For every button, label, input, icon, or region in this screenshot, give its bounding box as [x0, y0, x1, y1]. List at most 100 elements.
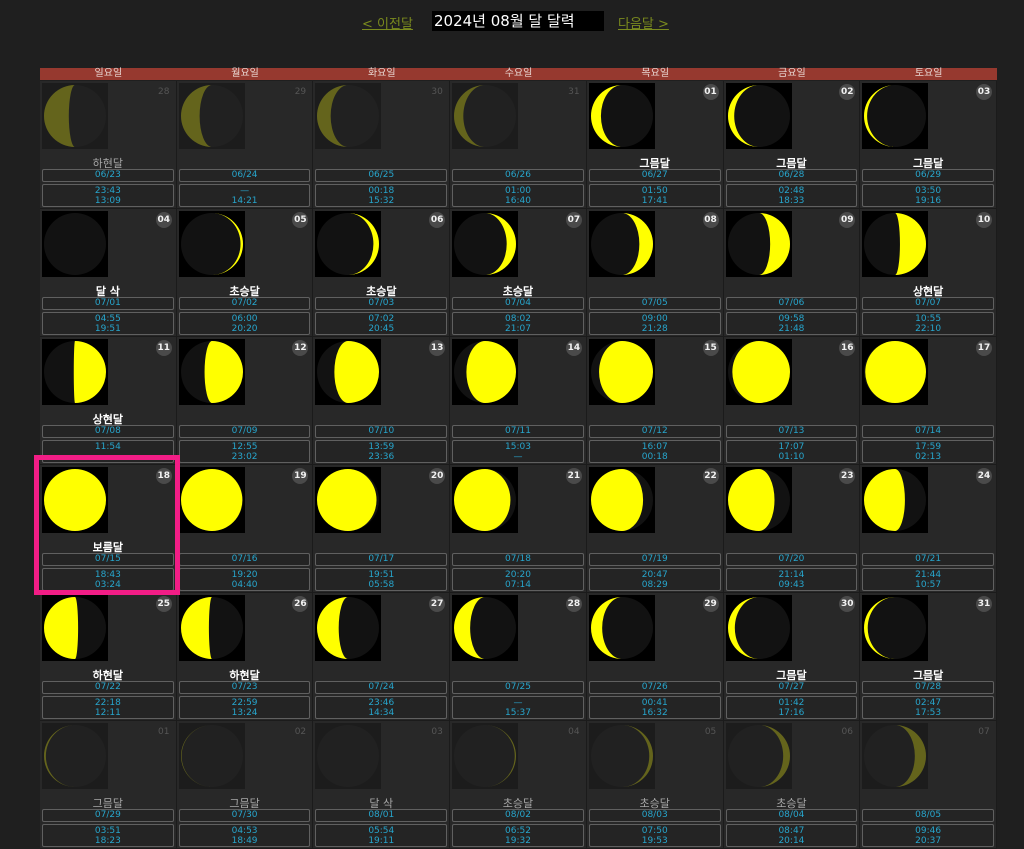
day-cell[interactable]: 02 그믐달 06/28 02:48 18:33 — [723, 81, 861, 209]
moon-phase-image — [862, 467, 929, 533]
day-cell[interactable]: 01 그믐달 06/27 01:50 17:41 — [586, 81, 724, 209]
moonset-time: 17:16 — [778, 708, 805, 718]
moon-lit-area — [865, 341, 927, 403]
day-cell[interactable]: 17 07/14 17:59 02:13 — [860, 337, 997, 465]
moon-lit-area — [590, 469, 643, 531]
day-number-badge: 29 — [294, 87, 307, 97]
day-cell[interactable]: 30 그믐달 07/27 01:42 17:16 — [723, 593, 861, 721]
moon-phase-icon — [727, 213, 790, 275]
moon-phase-icon — [317, 341, 380, 403]
moon-phase-icon — [317, 725, 380, 787]
moon-phase-icon — [454, 213, 517, 275]
day-number-badge: 07 — [978, 727, 990, 737]
day-cell[interactable]: 22 07/19 20:47 08:29 — [586, 465, 724, 593]
day-cell[interactable]: 05 초승달 08/03 07:50 19:53 — [586, 721, 724, 849]
day-cell[interactable]: 13 07/10 13:59 23:36 — [313, 337, 451, 465]
moon-phase-image — [862, 83, 929, 149]
day-number-badge: 06 — [841, 727, 853, 737]
day-number-badge: 31 — [975, 596, 992, 612]
moon-phase-icon — [864, 469, 927, 531]
day-cell[interactable]: 25 하현달 07/22 22:18 12:11 — [40, 593, 177, 721]
day-cell[interactable]: 04 초승달 08/02 06:52 19:32 — [450, 721, 587, 849]
day-number-badge: 17 — [975, 340, 992, 356]
day-cell[interactable]: 09 07/06 09:58 21:48 — [723, 209, 861, 337]
day-cell[interactable]: 26 하현달 07/23 22:59 13:24 — [176, 593, 314, 721]
day-cell[interactable]: 11 상현달 07/08 11:54 — [40, 337, 177, 465]
day-cell[interactable]: 03 그믐달 06/29 03:50 19:16 — [860, 81, 997, 209]
day-number-badge: 31 — [568, 87, 580, 97]
day-cell[interactable]: 20 07/17 19:51 05:58 — [313, 465, 451, 593]
moonrise-time: 02:47 — [915, 698, 942, 708]
moon-phase-icon — [180, 85, 243, 147]
day-number-badge: 05 — [704, 727, 717, 737]
day-cell[interactable]: 28 07/25 —15:37 — [450, 593, 587, 721]
day-cell[interactable]: 08 07/05 09:00 21:28 — [586, 209, 724, 337]
day-cell[interactable]: 31 06/26 01:00 16:40 — [450, 81, 587, 209]
moonset-time: 01:10 — [778, 452, 805, 462]
moon-phase-image — [42, 467, 108, 533]
day-cell[interactable]: 29 07/26 00:41 16:32 — [586, 593, 724, 721]
lunar-date: 07/28 — [862, 681, 994, 694]
moon-times: 01:50 17:41 — [588, 184, 721, 207]
day-cell[interactable]: 10 상현달 07/07 10:55 22:10 — [860, 209, 997, 337]
moonrise-time: — — [513, 698, 523, 708]
day-cell[interactable]: 28 하현달 06/23 23:43 13:09 — [40, 81, 177, 209]
prev-month-link[interactable]: < 이전달 — [362, 13, 413, 32]
next-month-link[interactable]: 다음달 > — [618, 13, 669, 32]
day-cell[interactable]: 30 06/25 00:18 15:32 — [313, 81, 451, 209]
lunar-date: 07/18 — [452, 553, 584, 566]
lunar-date: 08/01 — [315, 809, 448, 822]
moonset-time: 18:33 — [778, 196, 805, 206]
day-cell[interactable]: 02 그믐달 07/30 04:53 18:49 — [176, 721, 314, 849]
lunar-date: 06/26 — [452, 169, 584, 182]
moon-phase-image — [315, 211, 382, 277]
moon-times: 23:43 13:09 — [42, 184, 174, 207]
moon-phase-image — [588, 723, 655, 789]
moon-lit-area — [44, 597, 79, 659]
moon-phase-icon — [317, 597, 380, 659]
day-cell[interactable]: 18 보름달 07/15 18:43 03:24 — [40, 465, 177, 593]
day-cell[interactable]: 12 07/09 12:55 23:02 — [176, 337, 314, 465]
day-cell[interactable]: 31 그믐달 07/28 02:47 17:53 — [860, 593, 997, 721]
moonrise-time: 11:54 — [94, 442, 121, 452]
moon-lit-area — [44, 469, 106, 531]
day-cell[interactable]: 05 초승달 07/02 06:00 20:20 — [176, 209, 314, 337]
day-cell[interactable]: 04 달 삭 07/01 04:55 19:51 — [40, 209, 177, 337]
day-cell[interactable]: 16 07/13 17:07 01:10 — [723, 337, 861, 465]
moonset-time: 00:18 — [641, 452, 668, 462]
day-number-badge: 30 — [839, 596, 856, 612]
moonset-time: 14:21 — [231, 196, 258, 206]
day-number-badge: 03 — [975, 84, 992, 100]
day-cell[interactable]: 23 07/20 21:14 09:43 — [723, 465, 861, 593]
moon-times: 05:54 19:11 — [315, 824, 448, 847]
moon-lit-area — [598, 341, 653, 403]
lunar-date: 06/29 — [862, 169, 994, 182]
moon-times: 00:41 16:32 — [588, 696, 721, 719]
day-cell[interactable]: 29 06/24 —14:21 — [176, 81, 314, 209]
moon-phase-image — [42, 595, 108, 661]
moonrise-time: 13:59 — [368, 442, 395, 452]
day-cell[interactable]: 07 08/05 09:46 20:37 — [860, 721, 997, 849]
day-cell[interactable]: 06 초승달 07/03 07:02 20:45 — [313, 209, 451, 337]
day-cell[interactable]: 01 그믐달 07/29 03:51 18:23 — [40, 721, 177, 849]
moon-phase-image — [178, 211, 245, 277]
day-cell[interactable]: 06 초승달 08/04 08:47 20:14 — [723, 721, 861, 849]
moonrise-time: 09:58 — [778, 314, 805, 324]
moonrise-time: 17:07 — [778, 442, 805, 452]
day-cell[interactable]: 14 07/11 15:03— — [450, 337, 587, 465]
lunar-date: 07/09 — [178, 425, 311, 438]
moon-times: 02:47 17:53 — [862, 696, 994, 719]
moon-times: 09:00 21:28 — [588, 312, 721, 335]
day-cell[interactable]: 19 07/16 19:20 04:40 — [176, 465, 314, 593]
moon-times: 07:50 19:53 — [588, 824, 721, 847]
moon-phase-image — [862, 339, 929, 405]
day-cell[interactable]: 24 07/21 21:44 10:57 — [860, 465, 997, 593]
day-cell[interactable]: 21 07/18 20:20 07:14 — [450, 465, 587, 593]
day-cell[interactable]: 27 07/24 23:46 14:34 — [313, 593, 451, 721]
moon-phase-image — [178, 467, 245, 533]
moon-times: 22:18 12:11 — [42, 696, 174, 719]
day-cell[interactable]: 15 07/12 16:07 00:18 — [586, 337, 724, 465]
day-cell[interactable]: 03 달 삭 08/01 05:54 19:11 — [313, 721, 451, 849]
moon-phase-icon — [180, 341, 243, 403]
day-cell[interactable]: 07 초승달 07/04 08:02 21:07 — [450, 209, 587, 337]
